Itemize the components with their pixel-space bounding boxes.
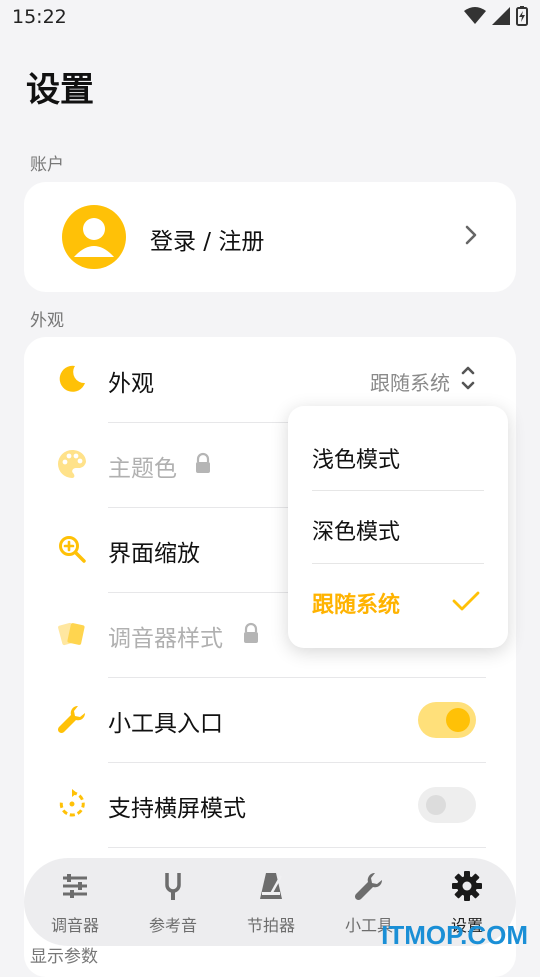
- tools-entry-row: 小工具入口: [24, 677, 516, 762]
- nav-label: 节拍器: [246, 916, 295, 935]
- cards-icon: [56, 618, 88, 650]
- nav-label: 调音器: [50, 916, 99, 935]
- page-title: 设置: [26, 70, 94, 110]
- nav-reference-tone[interactable]: 参考音: [124, 858, 222, 946]
- option-follow-system[interactable]: 跟随系统: [312, 587, 400, 619]
- checkmark-icon: [452, 591, 480, 611]
- battery-icon: [516, 6, 528, 26]
- option-light-mode[interactable]: 浅色模式: [312, 442, 400, 474]
- ui-scale-label: 界面缩放: [108, 541, 200, 567]
- nav-tuner[interactable]: 调音器: [26, 858, 124, 946]
- lock-icon: [196, 452, 210, 473]
- divider: [108, 847, 486, 848]
- zoom-icon: [56, 533, 88, 565]
- login-register-label: 登录 / 注册: [150, 229, 265, 255]
- tuning-fork-icon: [165, 873, 181, 900]
- moon-icon: [56, 363, 88, 395]
- nav-metronome[interactable]: 节拍器: [222, 858, 320, 946]
- appearance-mode-label: 外观: [108, 371, 154, 397]
- section-label-appearance: 外观: [30, 311, 64, 331]
- palette-icon: [56, 448, 88, 480]
- theme-color-label: 主题色: [108, 456, 177, 482]
- user-icon: [74, 218, 114, 257]
- tuner-style-label: 调音器样式: [108, 626, 223, 652]
- status-icons: [464, 6, 528, 26]
- landscape-mode-row: 支持横屏模式: [24, 762, 516, 847]
- avatar: [62, 205, 126, 269]
- appearance-mode-value: 跟随系统: [370, 371, 450, 395]
- section-label-account: 账户: [30, 155, 64, 175]
- landscape-mode-label: 支持横屏模式: [108, 796, 246, 822]
- metronome-icon: [260, 873, 283, 899]
- watermark: ITMOP.COM: [381, 920, 528, 950]
- divider: [312, 563, 484, 564]
- nav-label: 参考音: [148, 916, 197, 935]
- status-time: 15:22: [12, 6, 67, 28]
- chevron-up-down-icon: [461, 366, 475, 390]
- landscape-mode-toggle[interactable]: [418, 787, 476, 823]
- sliders-icon: [63, 874, 87, 898]
- wrench-icon: [354, 872, 383, 901]
- rotate-icon: [56, 788, 88, 820]
- lock-icon: [244, 622, 258, 643]
- tools-entry-toggle[interactable]: [418, 702, 476, 738]
- wifi-icon: [464, 7, 486, 24]
- chevron-right-icon: [465, 225, 477, 245]
- gear-icon: [452, 871, 482, 901]
- option-dark-mode[interactable]: 深色模式: [312, 514, 400, 546]
- appearance-dropdown-menu: 浅色模式 深色模式 跟随系统: [288, 406, 508, 648]
- signal-icon: [492, 7, 510, 25]
- divider: [312, 490, 484, 491]
- account-card[interactable]: 登录 / 注册: [24, 182, 516, 292]
- wrench-icon: [56, 703, 88, 735]
- tools-entry-label: 小工具入口: [108, 711, 223, 737]
